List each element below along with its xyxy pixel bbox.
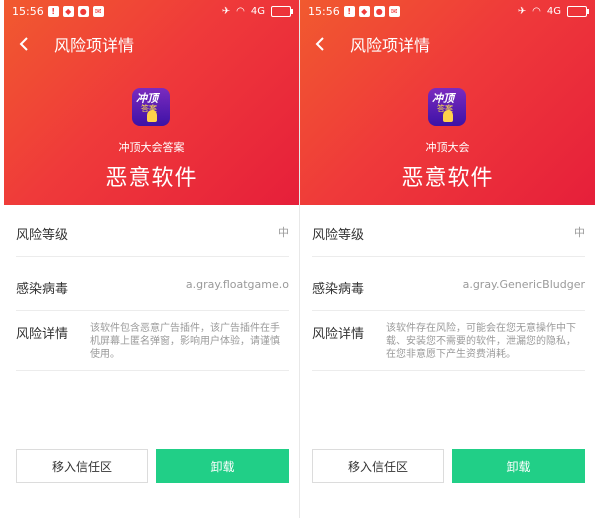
app-name: 冲顶大会答案 [118,141,185,154]
virus-label: 感染病毒 [16,282,69,297]
back-arrow-icon[interactable] [4,28,44,60]
uninstall-button[interactable]: 卸载 [452,449,585,483]
virus-value: a.gray.floatgame.o [185,278,289,291]
risk-detail-label: 风险详情 [16,327,69,342]
risk-level-row: 风险等级 中 [312,205,585,257]
move-to-trust-button[interactable]: 移入信任区 [312,449,444,483]
account-icon: ● [77,5,89,17]
move-to-trust-button[interactable]: 移入信任区 [16,449,148,483]
app-icon: 冲顶 答案 [132,88,170,126]
status-bar: 15:56 ! ◆ ● ✉ ✈ ◠ 4G [300,0,595,22]
signal-icon: 4G [250,5,265,17]
app-icon: 冲顶 答案 [428,88,466,126]
status-time: 15:56 [308,4,340,18]
risk-detail-row: 风险详情 该软件存在风险，可能会在您无意操作中下载、安装您不需要的软件，泄漏您的… [312,311,585,371]
uninstall-button[interactable]: 卸载 [156,449,289,483]
status-time: 15:56 [12,4,44,18]
risk-detail-label: 风险详情 [312,327,365,342]
mute-icon: ✈ [221,5,231,17]
phone-screen-right: 15:56 ! ◆ ● ✉ ✈ ◠ 4G 风险项详情 冲顶 答案 冲顶大会 恶意… [300,0,595,518]
risk-level-value: 中 [574,226,585,239]
account-icon: ● [373,5,385,17]
battery-icon [271,5,293,17]
risk-type: 恶意软件 [401,166,494,191]
virus-label: 感染病毒 [312,282,365,297]
header: 15:56 ! ◆ ● ✉ ✈ ◠ 4G 风险项详情 冲顶 答案 冲顶 [4,0,299,205]
phone-screen-left: 15:56 ! ◆ ● ✉ ✈ ◠ 4G 风险项详情 冲顶 答案 冲顶大会答案 … [4,0,299,518]
risk-detail-row: 风险详情 该软件包含恶意广告插件，该广告插件在手机屏幕上匿名弹窗，影响用户体验，… [16,311,289,371]
virus-value: a.gray.GenericBludger [462,278,585,291]
app-name: 冲顶大会 [425,141,470,154]
page-title: 风险项详情 [54,36,135,55]
header: 15:56 ! ◆ ● ✉ ✈ ◠ 4G 风险项详情 冲顶 答案 冲顶 [300,0,595,205]
wifi-icon: ◠ [532,5,541,17]
risk-detail-text: 该软件包含恶意广告插件，该广告插件在手机屏幕上匿名弹窗，影响用户体验，请谨慎使用… [90,323,280,360]
notification-icon: ! [343,5,355,17]
battery-icon [567,5,589,17]
risk-level-label: 风险等级 [16,228,69,243]
title-bar: 风险项详情 [4,28,299,60]
page-title: 风险项详情 [350,36,431,55]
risk-level-label: 风险等级 [312,228,365,243]
rocket-icon [443,110,453,122]
rocket-icon [147,110,157,122]
virus-row: 感染病毒 a.gray.floatgame.o [16,257,289,311]
shield-icon: ◆ [62,5,74,17]
risk-level-row: 风险等级 中 [16,205,289,257]
risk-type: 恶意软件 [105,166,198,191]
back-arrow-icon[interactable] [300,28,340,60]
mail-icon: ✉ [388,5,400,17]
risk-level-value: 中 [278,226,289,239]
shield-icon: ◆ [358,5,370,17]
status-bar: 15:56 ! ◆ ● ✉ ✈ ◠ 4G [4,0,299,22]
wifi-icon: ◠ [236,5,245,17]
virus-row: 感染病毒 a.gray.GenericBludger [312,257,585,311]
mute-icon: ✈ [517,5,527,17]
mail-icon: ✉ [92,5,104,17]
title-bar: 风险项详情 [300,28,595,60]
notification-icon: ! [47,5,59,17]
risk-detail-text: 该软件存在风险，可能会在您无意操作中下载、安装您不需要的软件，泄漏您的隐私，在您… [386,323,576,360]
signal-icon: 4G [546,5,561,17]
